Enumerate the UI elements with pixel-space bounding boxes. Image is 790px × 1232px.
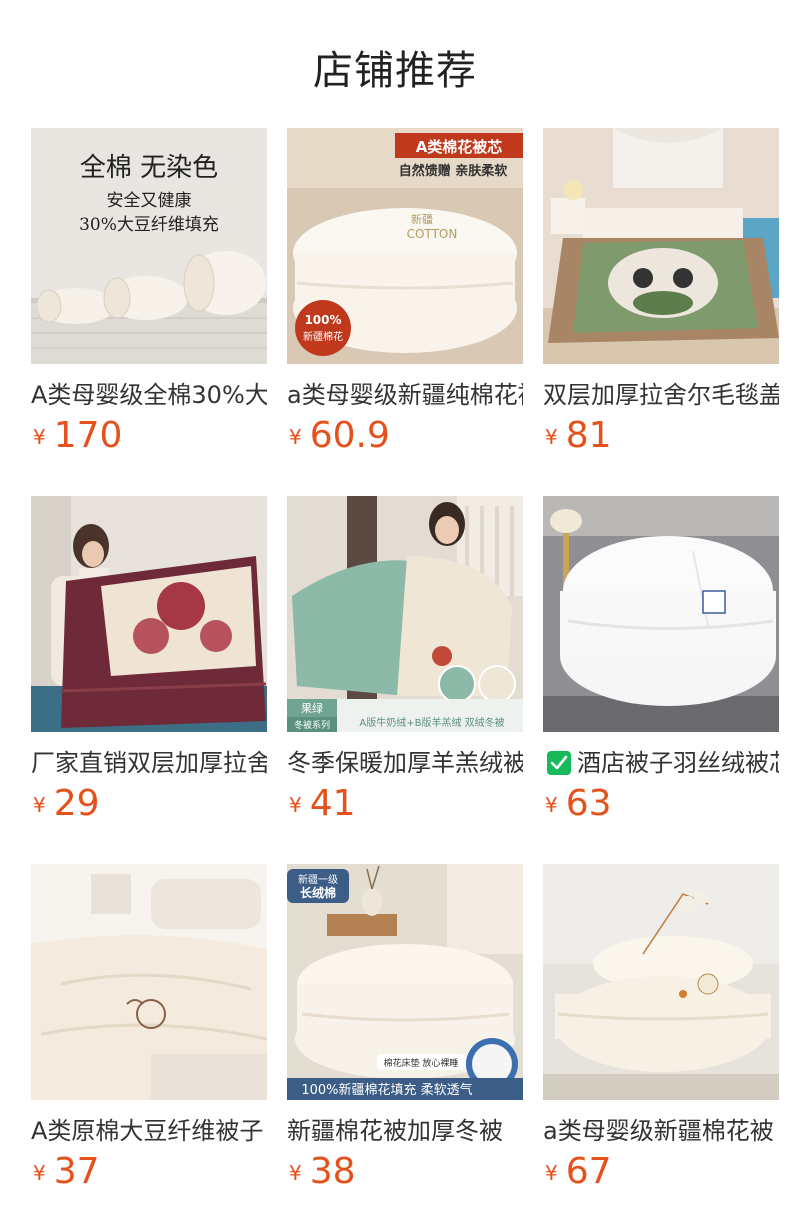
product-price: ¥37 — [31, 1152, 100, 1192]
product-price: ¥41 — [287, 784, 356, 824]
image-text: 100%新疆棉花填充 柔软透气 — [301, 1082, 472, 1098]
product-image[interactable] — [543, 864, 779, 1100]
product-name[interactable]: a类母婴级新疆纯棉花被芯 — [287, 379, 523, 413]
product-image[interactable]: 新疆一级 长绒棉 棉花床垫 放心裸睡 100%新疆棉花填充 柔软透气 — [287, 864, 523, 1100]
product-price: ¥81 — [543, 416, 612, 456]
product-image[interactable] — [31, 864, 267, 1100]
price-amount: 60.9 — [309, 415, 390, 456]
image-text: 冬被系列 — [294, 719, 330, 731]
image-text: COTTON — [407, 227, 458, 241]
product-card[interactable]: A类棉花被芯 自然馈赠 亲肤柔软 新疆 COTTON 100% 新疆棉花 a类母… — [287, 128, 523, 468]
product-name[interactable]: 酒店被子羽丝绒被芯 — [543, 747, 779, 781]
product-name[interactable]: a类母婴级新疆棉花被 — [543, 1115, 779, 1149]
image-text: A版牛奶绒+B版羊羔绒 双绒冬被 — [359, 716, 504, 729]
price-amount: 67 — [565, 1151, 612, 1192]
currency-symbol: ¥ — [33, 425, 46, 449]
image-text: 新疆棉花 — [303, 330, 343, 343]
image-text: 新疆一级 — [298, 873, 338, 886]
currency-symbol: ¥ — [33, 1161, 46, 1185]
price-amount: 37 — [53, 1151, 100, 1192]
currency-symbol: ¥ — [289, 793, 302, 817]
currency-symbol: ¥ — [289, 425, 302, 449]
product-card[interactable]: 酒店被子羽丝绒被芯 ¥63 — [543, 496, 779, 836]
product-name[interactable]: 新疆棉花被加厚冬被 — [287, 1115, 523, 1149]
currency-symbol: ¥ — [545, 1161, 558, 1185]
product-card[interactable]: A类原棉大豆纤维被子 ¥37 — [31, 864, 267, 1204]
product-name[interactable]: 双层加厚拉舍尔毛毯盖毯 — [543, 379, 779, 413]
product-card[interactable]: a类母婴级新疆棉花被 ¥67 — [543, 864, 779, 1204]
image-text: 安全又健康 — [107, 191, 192, 211]
product-grid: 全棉 无染色 安全又健康 30%大豆纤维填充 A类母婴级全棉30%大豆纤维填充被… — [31, 128, 779, 1232]
product-name[interactable]: 厂家直销双层加厚拉舍尔毛毯 — [31, 747, 267, 781]
product-image[interactable] — [543, 496, 779, 732]
product-card[interactable]: 新疆一级 长绒棉 棉花床垫 放心裸睡 100%新疆棉花填充 柔软透气 新疆棉花被… — [287, 864, 523, 1204]
product-price: ¥170 — [31, 416, 122, 456]
price-amount: 41 — [309, 783, 356, 824]
product-name[interactable]: A类原棉大豆纤维被子 — [31, 1115, 267, 1149]
product-price: ¥38 — [287, 1152, 356, 1192]
image-text: A类棉花被芯 — [416, 138, 503, 156]
currency-symbol: ¥ — [545, 793, 558, 817]
page-title: 店铺推荐 — [313, 48, 477, 94]
product-card[interactable]: 果绿 冬被系列 A版牛奶绒+B版羊羔绒 双绒冬被 冬季保暖加厚羊羔绒被 ¥41 — [287, 496, 523, 836]
product-image[interactable]: A类棉花被芯 自然馈赠 亲肤柔软 新疆 COTTON 100% 新疆棉花 — [287, 128, 523, 364]
product-image[interactable]: 全棉 无染色 安全又健康 30%大豆纤维填充 — [31, 128, 267, 364]
product-card[interactable]: 厂家直销双层加厚拉舍尔毛毯 ¥29 — [31, 496, 267, 836]
image-text: 新疆 — [411, 212, 433, 226]
image-text: 30%大豆纤维填充 — [79, 215, 219, 235]
price-amount: 81 — [565, 415, 612, 456]
price-amount: 38 — [309, 1151, 356, 1192]
price-amount: 29 — [53, 783, 100, 824]
image-text: 长绒棉 — [300, 885, 336, 900]
price-amount: 63 — [565, 783, 612, 824]
currency-symbol: ¥ — [33, 793, 46, 817]
product-card[interactable]: 全棉 无染色 安全又健康 30%大豆纤维填充 A类母婴级全棉30%大豆纤维填充被… — [31, 128, 267, 468]
price-amount: 170 — [53, 415, 123, 456]
product-price: ¥67 — [543, 1152, 612, 1192]
currency-symbol: ¥ — [545, 425, 558, 449]
check-badge-icon — [547, 751, 571, 775]
product-name-text: 酒店被子羽丝绒被芯 — [577, 749, 779, 777]
product-card[interactable]: 双层加厚拉舍尔毛毯盖毯 ¥81 — [543, 128, 779, 468]
product-image[interactable]: 果绿 冬被系列 A版牛奶绒+B版羊羔绒 双绒冬被 — [287, 496, 523, 732]
product-name[interactable]: 冬季保暖加厚羊羔绒被 — [287, 747, 523, 781]
image-text: 全棉 无染色 — [80, 153, 218, 183]
product-image[interactable] — [31, 496, 267, 732]
product-price: ¥63 — [543, 784, 612, 824]
image-text: 自然馈赠 亲肤柔软 — [399, 163, 508, 179]
image-text: 100% — [304, 313, 341, 327]
image-text: 果绿 — [301, 701, 323, 715]
product-price: ¥29 — [31, 784, 100, 824]
product-price: ¥60.9 — [287, 416, 390, 456]
product-image[interactable] — [543, 128, 779, 364]
product-name[interactable]: A类母婴级全棉30%大豆纤维填充被 — [31, 379, 267, 413]
image-text: 棉花床垫 放心裸睡 — [384, 1057, 459, 1069]
currency-symbol: ¥ — [289, 1161, 302, 1185]
